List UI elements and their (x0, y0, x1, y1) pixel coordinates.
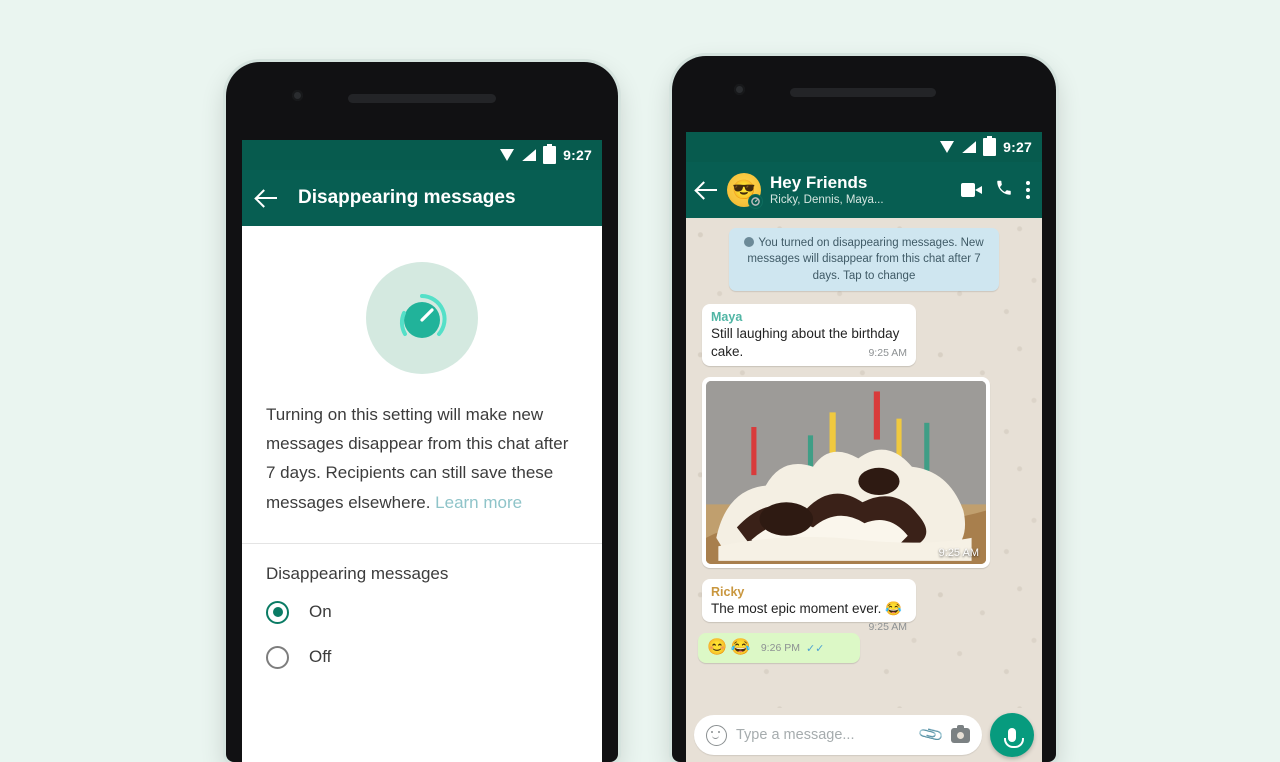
message-sender: Ricky (711, 584, 745, 599)
chat-wallpaper: You turned on disappearing messages. New… (686, 218, 1042, 708)
message-time: 9:25 AM (868, 346, 907, 359)
message-time: 9:25 AM (868, 621, 907, 634)
radio-indicator-on[interactable] (266, 600, 289, 624)
chat-subtitle: Ricky, Dennis, Maya... (770, 193, 884, 206)
battery-icon (543, 144, 557, 164)
message-input-bar: Type a message... 📎 (686, 708, 1042, 762)
back-arrow-icon[interactable] (696, 179, 718, 201)
battery-icon (983, 136, 997, 156)
message-bubble-incoming[interactable]: Maya Still laughing about the birthday c… (702, 303, 916, 366)
message-bubble-image[interactable]: 9:25 AM (702, 376, 990, 568)
status-time: 9:27 (1003, 139, 1032, 155)
front-camera-icon (734, 84, 745, 95)
right-screen: 9:27 😎 Hey Friends Ricky, Dennis, Maya..… (686, 132, 1042, 762)
system-notice[interactable]: You turned on disappearing messages. New… (729, 228, 999, 291)
message-input-pill[interactable]: Type a message... 📎 (694, 715, 982, 755)
message-body: The most epic moment ever. 😂 (711, 600, 902, 616)
chat-header-text[interactable]: Hey Friends Ricky, Dennis, Maya... (770, 173, 952, 207)
hero-circle (366, 262, 478, 374)
back-arrow-icon[interactable] (256, 187, 278, 209)
description-body: Turning on this setting will make new me… (266, 405, 569, 512)
earpiece-speaker (790, 88, 936, 97)
message-emoji: 😂 (730, 639, 751, 657)
right-statusbar: 9:27 (686, 132, 1042, 162)
message-time: 9:26 PM (760, 642, 800, 655)
radio-label-off: Off (309, 647, 332, 667)
hero-illustration (242, 226, 602, 396)
disappearing-timer-icon (399, 294, 447, 338)
learn-more-link[interactable]: Learn more (435, 493, 522, 512)
message-text: Still laughing about the birthday cake. 9… (711, 325, 907, 361)
avatar[interactable]: 😎 (727, 173, 763, 209)
wifi-icon (500, 149, 515, 161)
left-screen: 9:27 Disappearing messages Turning on th… (242, 140, 602, 762)
phone-right: 9:27 😎 Hey Friends Ricky, Dennis, Maya..… (672, 56, 1056, 762)
overflow-menu-icon[interactable] (1026, 181, 1030, 199)
message-input[interactable]: Type a message... (736, 727, 912, 743)
chat-appbar: 😎 Hey Friends Ricky, Dennis, Maya... (686, 162, 1042, 218)
radio-option-off[interactable]: Off (242, 635, 602, 680)
camera-icon[interactable] (951, 724, 970, 743)
radio-option-on[interactable]: On (242, 590, 602, 635)
disappearing-badge-icon (748, 194, 763, 209)
message-bubble-incoming[interactable]: Ricky The most epic moment ever. 😂 9:25 A… (702, 578, 916, 634)
radio-label-on: On (309, 602, 332, 622)
description-text: Turning on this setting will make new me… (242, 396, 602, 543)
signal-icon (962, 141, 977, 153)
earpiece-speaker (348, 94, 496, 103)
birthday-cake-photo (706, 380, 986, 564)
radio-indicator-off[interactable] (266, 645, 289, 669)
signal-icon (522, 149, 537, 161)
video-call-icon[interactable] (961, 183, 982, 197)
timer-badge-icon (744, 237, 755, 247)
front-camera-icon (292, 90, 303, 101)
message-list: You turned on disappearing messages. New… (686, 218, 1042, 680)
message-text: The most epic moment ever. 😂 9:25 AM (711, 600, 907, 634)
left-appbar: Disappearing messages (242, 170, 602, 226)
phone-left: 9:27 Disappearing messages Turning on th… (226, 62, 618, 762)
smiley-icon[interactable] (706, 724, 727, 746)
voice-call-icon[interactable] (995, 179, 1013, 202)
page-title: Disappearing messages (298, 187, 516, 208)
microphone-icon (1004, 728, 1024, 748)
status-time: 9:27 (563, 147, 592, 163)
message-bubble-outgoing[interactable]: 😊 😂 9:26 PM ✓✓ (698, 633, 861, 664)
image-time: 9:25 AM (938, 546, 979, 559)
message-emoji: 😊 (707, 639, 727, 657)
paperclip-icon[interactable]: 📎 (917, 721, 946, 750)
read-receipt-icon: ✓✓ (805, 642, 825, 655)
system-notice-text: You turned on disappearing messages. New… (747, 237, 984, 282)
screenshot-stage: 9:27 Disappearing messages Turning on th… (0, 0, 1280, 762)
left-statusbar: 9:27 (242, 140, 602, 170)
section-title: Disappearing messages (266, 563, 449, 583)
chat-title: Hey Friends (770, 172, 868, 192)
message-sender: Maya (711, 309, 743, 324)
wifi-icon (940, 141, 955, 153)
